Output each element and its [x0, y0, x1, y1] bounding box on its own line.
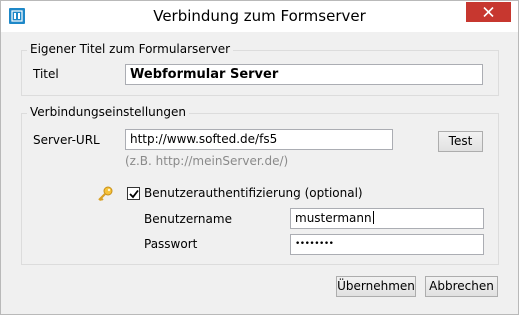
server-url-hint: (z.B. http://meinServer.de/) — [125, 154, 289, 168]
window-title: Verbindung zum Formserver — [153, 7, 366, 25]
dialog-window: Verbindung zum Formserver Eigener Titel … — [0, 0, 519, 315]
ok-button[interactable]: Übernehmen — [336, 276, 416, 297]
password-label: Passwort — [144, 237, 198, 251]
text-caret — [372, 211, 374, 224]
username-value: mustermann — [295, 211, 372, 225]
title-label: Titel — [33, 67, 59, 81]
auth-checkbox-label[interactable]: Benutzerauthentifizierung (optional) — [144, 186, 363, 200]
close-button[interactable] — [466, 2, 511, 22]
password-input[interactable]: •••••••• — [290, 234, 484, 255]
username-label: Benutzername — [144, 212, 232, 226]
test-button[interactable]: Test — [438, 131, 483, 152]
close-icon — [483, 7, 494, 17]
server-url-label: Server-URL — [33, 133, 100, 147]
title-bar: Verbindung zum Formserver — [1, 1, 518, 32]
cancel-button[interactable]: Abbrechen — [425, 276, 498, 297]
key-icon — [98, 186, 113, 202]
title-group-legend: Eigener Titel zum Formularserver — [27, 42, 234, 56]
title-input[interactable]: Webformular Server — [125, 64, 483, 85]
auth-checkbox[interactable] — [127, 187, 140, 200]
server-url-input[interactable]: http://www.softed.de/fs5 — [125, 129, 393, 150]
username-input[interactable]: mustermann — [290, 208, 484, 229]
checkmark-icon — [129, 189, 139, 199]
connection-group-legend: Verbindungseinstellungen — [27, 105, 189, 119]
